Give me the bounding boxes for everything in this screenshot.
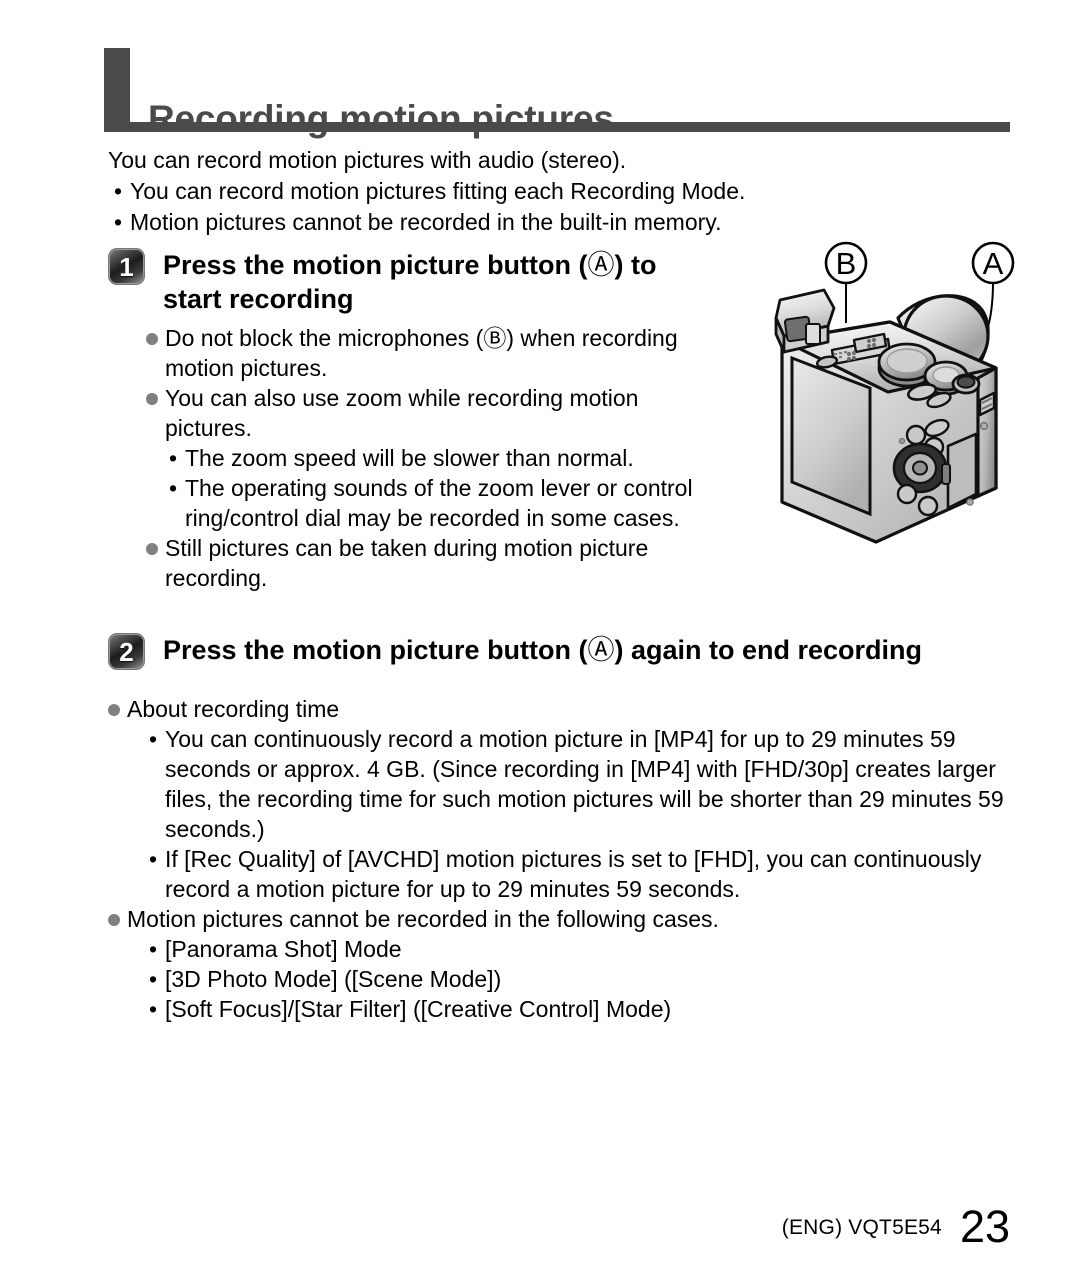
step-1-bullet-list: Do not block the microphones (Ⓑ) when re… [146,323,776,593]
list-item: • [Soft Focus]/[Star Filter] ([Creative C… [145,994,1030,1024]
bullet-dash-icon: • [169,475,178,501]
step-1-title: Press the motion picture button (Ⓐ) to s… [163,248,657,316]
intro-dash-list: • You can record motion pictures fitting … [108,176,868,238]
list-item: Motion pictures cannot be recorded in th… [108,904,1018,1024]
callout-b: B [824,241,868,285]
list-item-label: You can continuously record a motion pic… [165,726,1004,842]
list-item: • Motion pictures cannot be recorded in t… [108,207,868,238]
bullet-dot-icon [108,914,120,926]
bullet-text: Motion pictures cannot be recorded in th… [127,906,719,932]
svg-text:B: B [836,246,857,281]
header-accent-bar-vertical [104,48,130,132]
list-item: • [3D Photo Mode] ([Scene Mode]) [145,964,1030,994]
bullet-dash-icon: • [149,726,158,752]
step-1-number: 1 [119,251,134,282]
list-item: • [Panorama Shot] Mode [145,934,1030,964]
step-2-title-pre: Press the motion picture button ( [163,635,588,665]
list-item-label: Motion pictures cannot be recorded in th… [130,209,722,235]
intro-block: You can record motion pictures with audi… [108,145,868,238]
list-item: You can also use zoom while recording mo… [146,383,776,533]
bullet-text: About recording time [127,696,340,722]
list-item-label: The operating sounds of the zoom lever o… [185,475,693,531]
step-2-number: 2 [119,636,134,667]
circled-b-icon: Ⓑ [483,325,507,351]
footer-document-code: (ENG) VQT5E54 [781,1216,942,1239]
camera-side-door [941,432,978,510]
bullet-dot-icon [146,393,158,405]
svg-text:A: A [983,246,1004,281]
intro-lead-text: You can record motion pictures with audi… [108,147,627,173]
list-item: Still pictures can be taken during motio… [146,533,776,593]
list-item: • If [Rec Quality] of [AVCHD] motion pict… [145,844,1030,904]
list-item-label: You can record motion pictures fitting e… [130,178,746,204]
list-item-label: [Panorama Shot] Mode [165,936,402,962]
bullet-text-pre: Still pictures can be taken during motio… [165,535,649,561]
step-2-sub-list-b: • [Panorama Shot] Mode • [3D Photo Mode] (… [145,934,1030,1024]
bullet-dash-icon: • [169,445,178,471]
list-item: Do not block the microphones (Ⓑ) when re… [146,323,776,383]
page-header: Recording motion pictures [104,48,1010,137]
callout-a: A [971,241,1015,285]
step-2-title-post: ) again to end recording [614,635,923,665]
footer-page-number: 23 [959,1201,1010,1252]
list-item-label: If [Rec Quality] of [AVCHD] motion pictu… [165,846,982,902]
bullet-text-line2: motion pictures. [165,355,328,381]
list-item-label: The zoom speed will be slower than norma… [185,445,634,471]
list-item: • The zoom speed will be slower than norm… [165,443,725,473]
bullet-dash-icon: • [114,178,123,204]
bullet-dash-icon: • [114,209,123,235]
bullet-dot-icon [146,333,158,345]
bullet-text-line2: pictures. [165,415,252,441]
list-item-label: [3D Photo Mode] ([Scene Mode]) [165,966,502,992]
bullet-dash-icon: • [149,846,158,872]
step-1-title-post: ) to [614,250,657,280]
camera-illustration: B A [770,240,1032,562]
bullet-text-line2: recording. [165,565,268,591]
step-2-bullet-list: About recording time • You can continuous… [108,694,1018,1024]
bullet-dash-icon: • [149,996,158,1022]
list-item: About recording time • You can continuous… [108,694,1018,904]
circled-a-icon: Ⓐ [587,635,615,665]
camera-viewfinder [774,288,836,354]
circled-a-icon: Ⓐ [587,250,615,280]
camera-motion-picture-button [951,373,981,395]
bullet-dash-icon: • [149,936,158,962]
bullet-text-pre: Do not block the microphones ( [165,325,484,351]
bullet-text-pre: You can also use zoom while recording mo… [165,385,639,411]
bullet-dot-icon [146,543,158,555]
manual-page: Recording motion pictures You can record… [0,0,1080,1285]
bullet-dot-icon [108,704,120,716]
step-1-sub-list: • The zoom speed will be slower than norm… [165,443,725,533]
list-item: • You can continuously record a motion pi… [145,724,1030,844]
page-footer: (ENG) VQT5E54 23 [782,1204,1010,1249]
step-2-title: Press the motion picture button (Ⓐ) agai… [163,633,922,667]
bullet-text-post: ) when recording [506,325,678,351]
step-1-title-line2: start recording [163,284,354,314]
step-2-number-badge: 2 [108,633,145,670]
list-item: • The operating sounds of the zoom lever … [165,473,725,533]
step-2-sub-list-a: • You can continuously record a motion pi… [145,724,1030,904]
list-item-label: [Soft Focus]/[Star Filter] ([Creative Co… [165,996,672,1022]
bullet-dash-icon: • [149,966,158,992]
step-1-number-badge: 1 [108,248,145,285]
list-item: • You can record motion pictures fitting … [108,176,868,207]
page-title: Recording motion pictures [148,98,614,139]
step-1-title-pre: Press the motion picture button ( [163,250,588,280]
